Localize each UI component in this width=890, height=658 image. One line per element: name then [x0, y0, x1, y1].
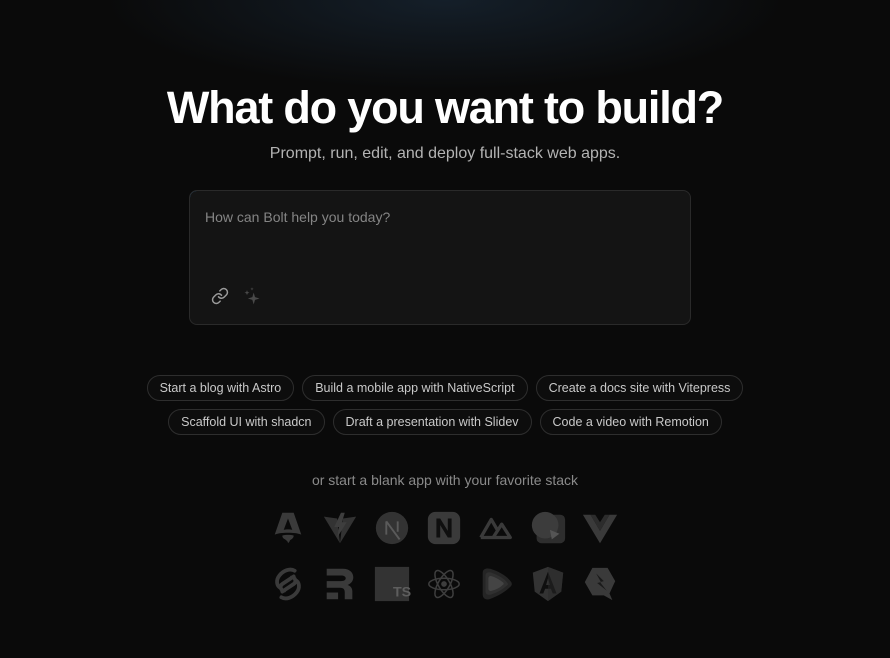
- remotion-icon: [482, 568, 512, 600]
- prompt-input[interactable]: [205, 209, 675, 269]
- qwik-icon: [584, 567, 616, 601]
- stack-label: or start a blank app with your favorite …: [311, 472, 579, 488]
- stack-slidev[interactable]: [522, 508, 574, 548]
- stack-qwik[interactable]: [574, 564, 626, 604]
- suggestion-chip-remotion-video[interactable]: Code a video with Remotion: [539, 409, 722, 435]
- stack-remix[interactable]: [314, 564, 366, 604]
- remix-icon: [326, 568, 354, 600]
- page-title: What do you want to build?: [166, 82, 724, 133]
- stack-grid: TS: [258, 508, 630, 604]
- suggestion-chip-astro-blog[interactable]: Start a blog with Astro: [146, 375, 295, 401]
- suggestion-chip-shadcn-ui[interactable]: Scaffold UI with shadcn: [168, 409, 325, 435]
- angular-icon: [532, 566, 564, 602]
- svelte-icon: [275, 567, 301, 601]
- stack-react[interactable]: [418, 564, 470, 604]
- stack-remotion[interactable]: [470, 564, 522, 604]
- suggestion-row: Scaffold UI with shadcn Draft a presenta…: [168, 409, 722, 435]
- suggestion-chips: Start a blog with Astro Build a mobile a…: [0, 375, 890, 435]
- suggestion-chip-slidev-presentation[interactable]: Draft a presentation with Slidev: [332, 409, 532, 435]
- suggestion-chip-nativescript-app[interactable]: Build a mobile app with NativeScript: [302, 375, 528, 401]
- prompt-box: [189, 190, 691, 325]
- attach-button[interactable]: [210, 286, 230, 306]
- suggestion-row: Start a blog with Astro Build a mobile a…: [146, 375, 744, 401]
- nextjs-icon: [375, 511, 409, 545]
- page-subtitle: Prompt, run, edit, and deploy full-stack…: [269, 145, 621, 162]
- stack-typescript[interactable]: TS: [366, 564, 418, 604]
- suggestion-chip-vitepress-docs[interactable]: Create a docs site with Vitepress: [535, 375, 744, 401]
- stack-nativescript[interactable]: [418, 508, 470, 548]
- stack-angular[interactable]: [522, 564, 574, 604]
- stack-nuxt[interactable]: [470, 508, 522, 548]
- vue-icon: [582, 514, 618, 544]
- vite-icon: [323, 512, 357, 544]
- stack-astro[interactable]: [262, 508, 314, 548]
- nativescript-icon: [427, 511, 461, 545]
- astro-icon: [274, 512, 302, 544]
- stack-nextjs[interactable]: [366, 508, 418, 548]
- sparkles-icon: [244, 287, 260, 305]
- svg-text:TS: TS: [393, 584, 411, 600]
- typescript-icon: TS: [374, 566, 411, 602]
- enhance-prompt-button[interactable]: [242, 286, 262, 306]
- slidev-icon: [531, 511, 566, 544]
- stack-svelte[interactable]: [262, 564, 314, 604]
- prompt-toolbar: [210, 286, 262, 306]
- stack-vite[interactable]: [314, 508, 366, 548]
- nuxt-icon: [479, 517, 512, 540]
- react-icon: [428, 569, 460, 599]
- stack-vue[interactable]: [574, 508, 626, 548]
- link-icon: [211, 287, 229, 305]
